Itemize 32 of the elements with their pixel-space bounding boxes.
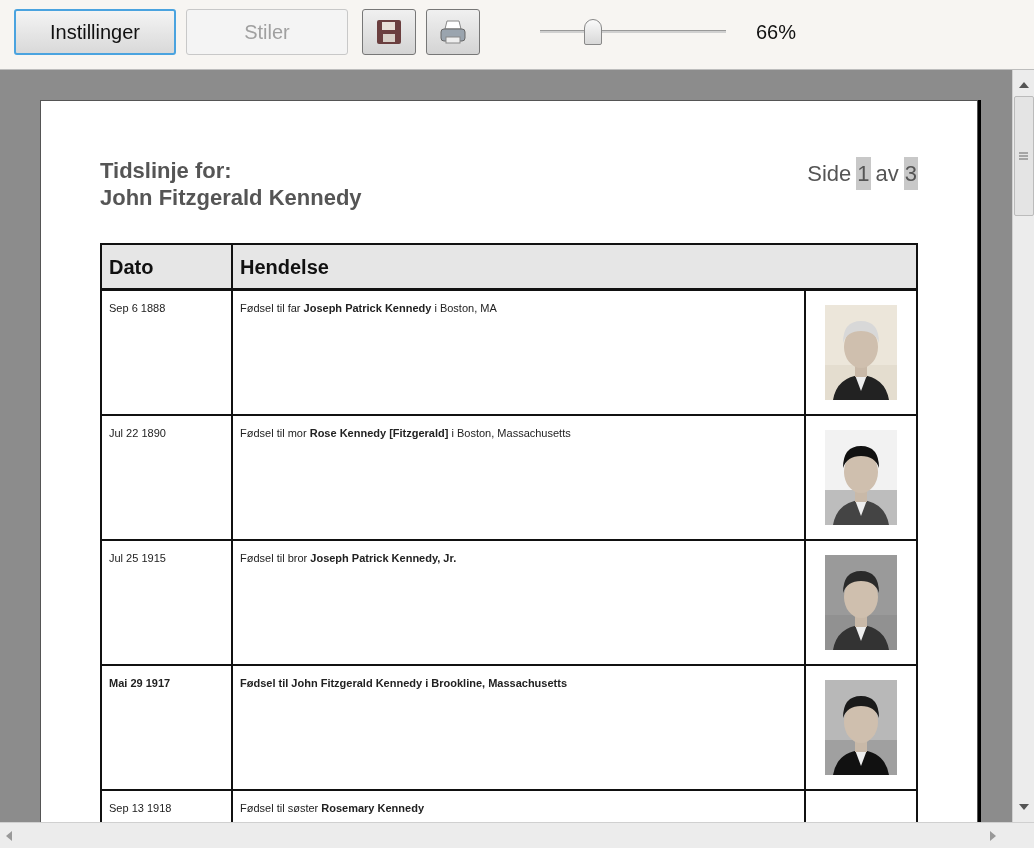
scroll-down-icon[interactable] — [1018, 804, 1029, 810]
page-count: 3 — [903, 157, 918, 190]
toolbar-button[interactable]: Instillinger — [14, 8, 176, 55]
event-text: Fødsel til bror Joseph Patrick Kennedy, Jr. — [240, 552, 457, 564]
page-of-label: av — [875, 160, 899, 188]
event-text: Fødsel til John Fitzgerald Kennedy i Brookline, Massachusetts — [240, 677, 567, 689]
printer-icon — [439, 18, 467, 45]
date-cell: Jul 22 1890 — [109, 427, 166, 439]
event-text: Fødsel til mor Rose Kennedy [Fitzgerald] i Boston, Massachusetts — [240, 427, 571, 439]
scroll-right-icon[interactable] — [990, 830, 996, 841]
scroll-up-icon[interactable] — [1018, 82, 1029, 88]
slider-thumb[interactable] — [583, 18, 602, 45]
vertical-scrollbar[interactable] — [1012, 70, 1034, 822]
date-cell: Sep 6 1888 — [109, 302, 166, 314]
page-number: 1 — [856, 157, 871, 190]
horizontal-scrollbar[interactable] — [0, 822, 1034, 848]
date-cell: Mai 29 1917 — [109, 677, 171, 689]
date-cell: Jul 25 1915 — [109, 552, 166, 564]
scroll-left-icon[interactable] — [6, 830, 12, 841]
report-title: Tidslinje for: — [100, 157, 233, 184]
person-name: John Fitzgerald Kennedy — [100, 184, 362, 211]
grip-icon — [1019, 152, 1028, 160]
scroll-thumb[interactable] — [1013, 96, 1034, 216]
column-header: Hendelse — [239, 254, 330, 280]
event-text: Fødsel til far Joseph Patrick Kennedy i Boston, MA — [240, 302, 497, 314]
event-text: Fødsel til søster Rosemary Kennedy — [240, 802, 424, 814]
zoom-percent: 66% — [756, 19, 797, 45]
page-label: Side — [807, 160, 852, 188]
print-button[interactable] — [426, 8, 480, 55]
column-header: Dato — [102, 245, 233, 288]
date-cell: Sep 13 1918 — [109, 802, 172, 814]
save-button[interactable] — [362, 8, 416, 55]
